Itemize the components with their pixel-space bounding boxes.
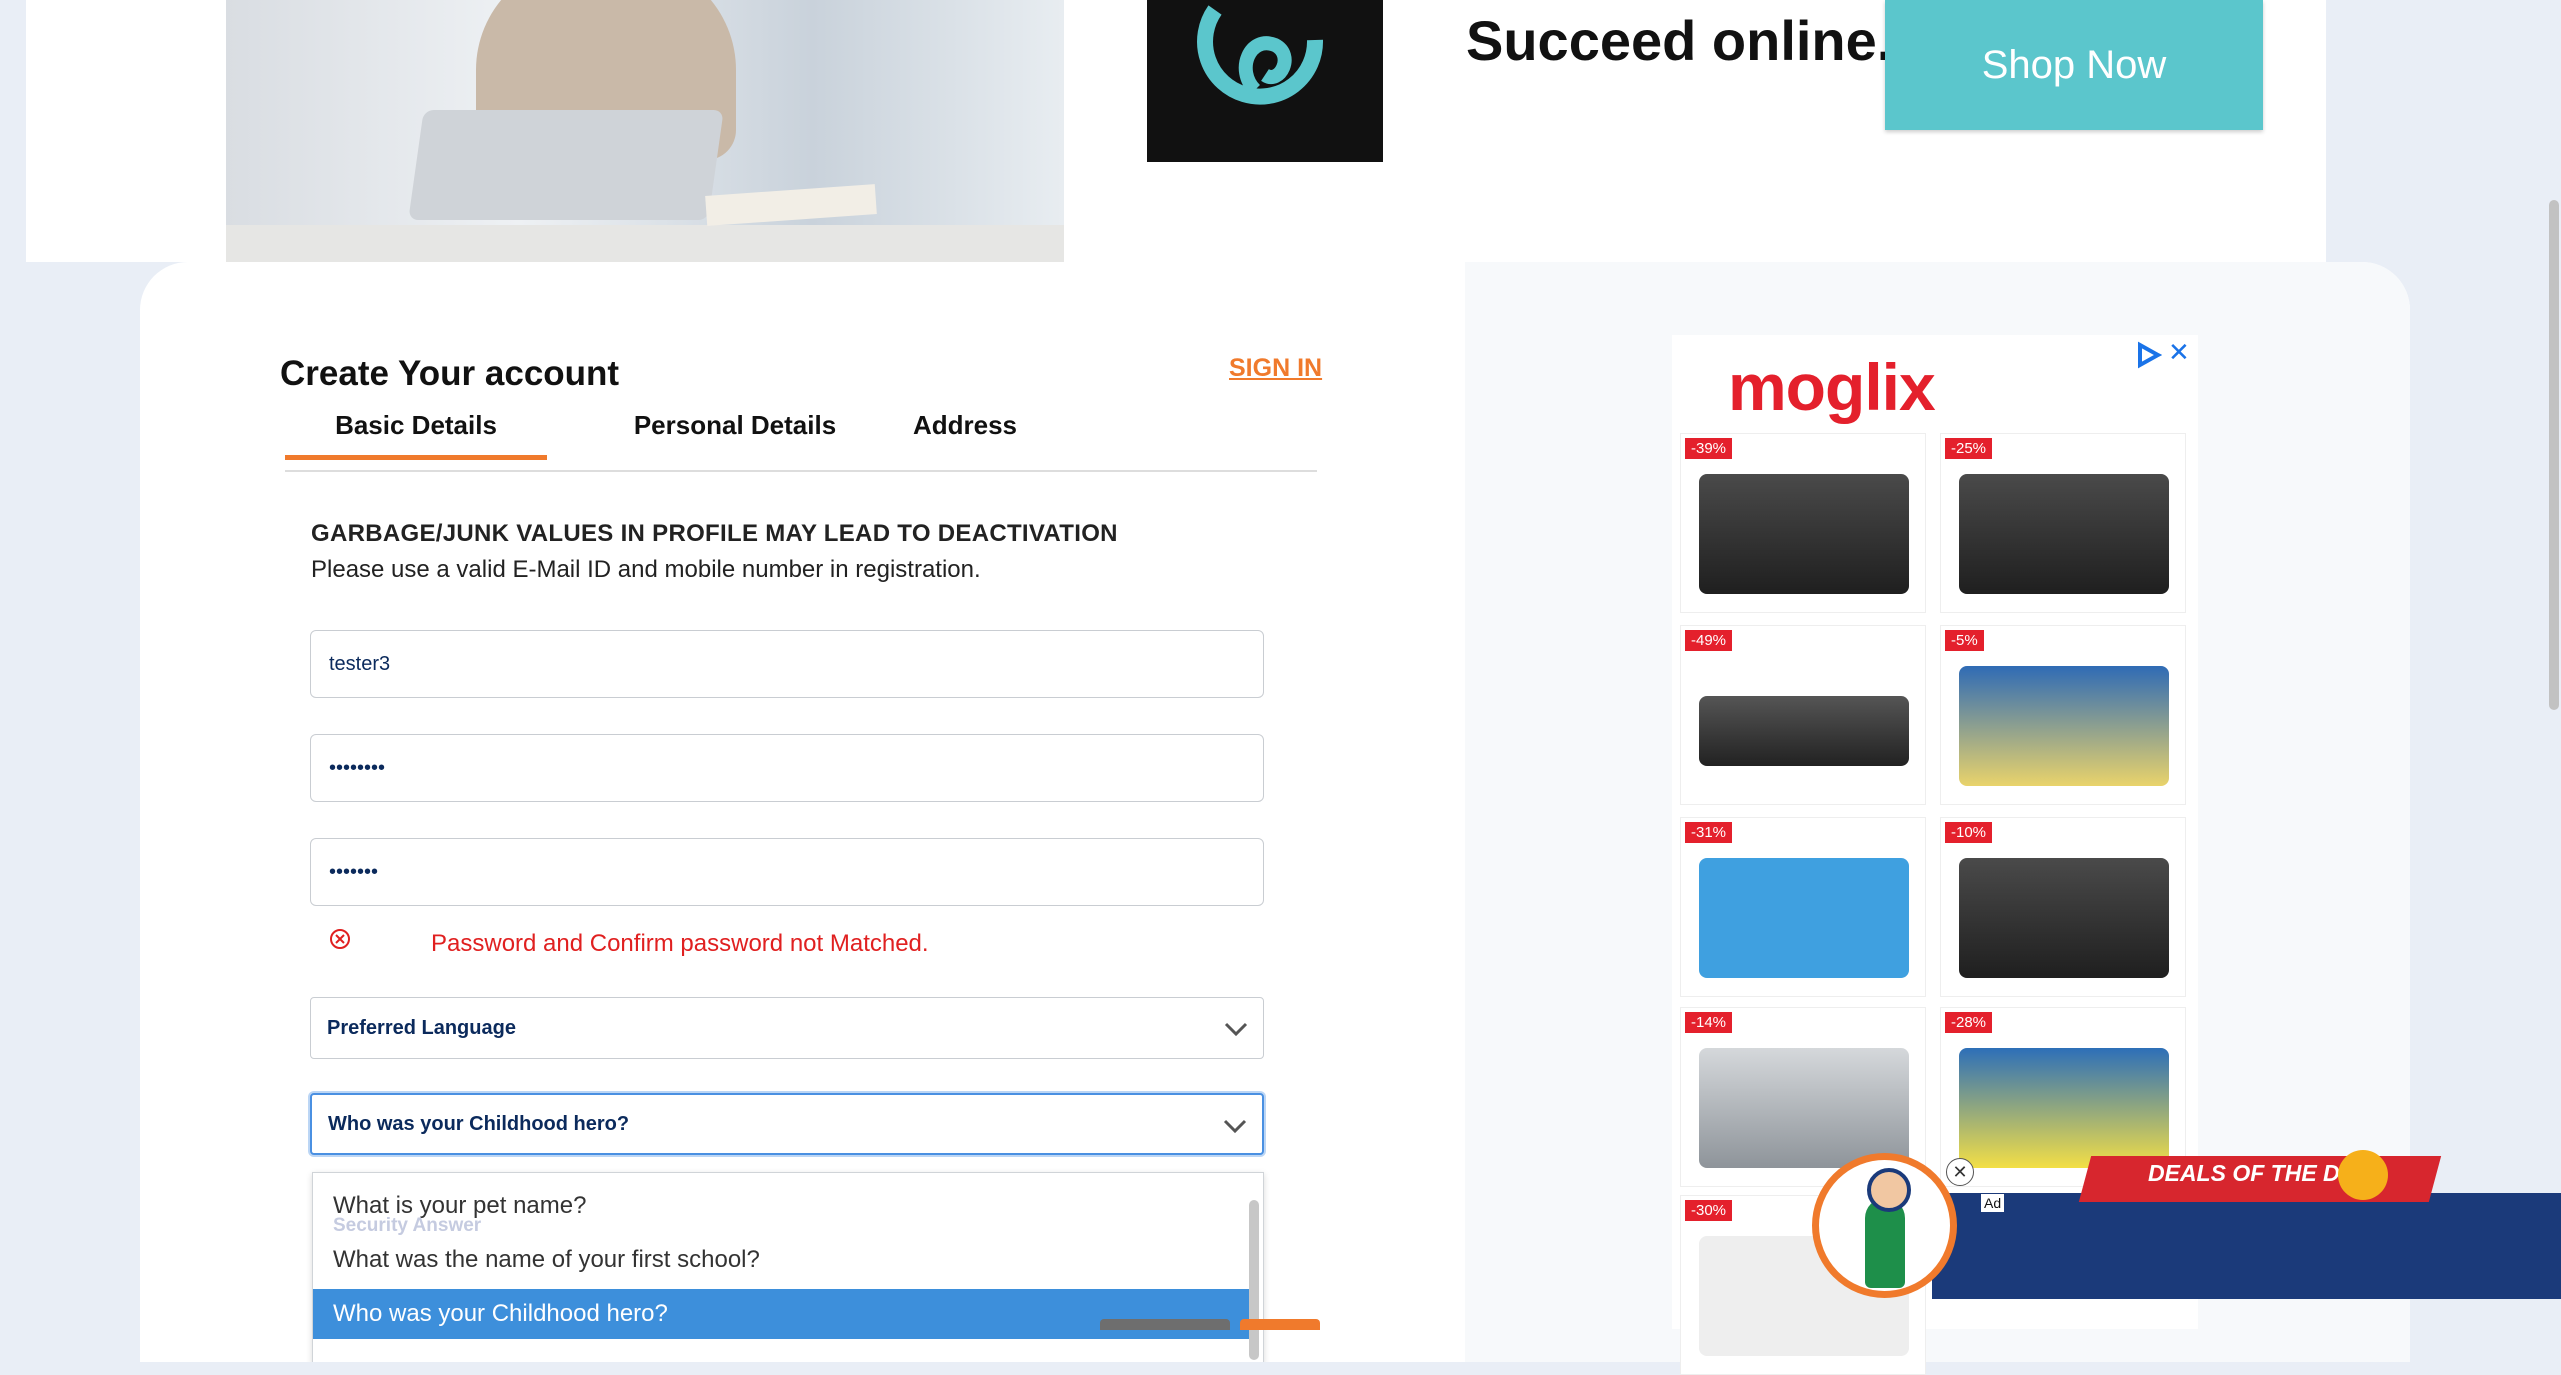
deals-text: DEALS OF THE DAY [2148,1160,2370,1186]
sticky-ad-bar[interactable] [1932,1193,2561,1299]
security-question-value: Who was your Childhood hero? [328,1112,630,1135]
special-offer-badge [2338,1150,2388,1200]
form-tabs: Basic Details Personal Details Address [285,410,1317,472]
discount-badge: -31% [1685,822,1733,843]
error-icon [330,929,350,949]
mascot-image[interactable] [1812,1153,1957,1298]
discount-badge: -25% [1945,438,1993,459]
product-tile[interactable]: -31% [1680,817,1926,997]
discount-badge: -39% [1685,438,1733,459]
tab-address[interactable]: Address [885,410,1045,455]
brand-logo [1147,0,1383,162]
warning-title: GARBAGE/JUNK VALUES IN PROFILE MAY LEAD … [311,520,1118,547]
security-answer-placeholder: Security Answer [333,1215,482,1236]
page-title: Create Your account [280,354,620,393]
moglix-logo: moglix [1728,350,1936,424]
username-field[interactable]: tester3 [310,630,1264,698]
password-mismatch-error: Password and Confirm password not Matche… [431,930,929,957]
dropdown-option[interactable]: What was the name of your first school? [313,1235,1249,1285]
dropdown-option-selected[interactable]: Who was your Childhood hero? [313,1289,1249,1339]
confirm-password-field[interactable]: ••••••• [310,838,1264,906]
discount-badge: -30% [1685,1200,1733,1221]
chevron-down-icon [1223,1119,1247,1134]
discount-badge: -14% [1685,1012,1733,1033]
discount-badge: -28% [1945,1012,1993,1033]
close-icon[interactable]: ✕ [1946,1158,1974,1186]
password-field[interactable]: •••••••• [310,734,1264,802]
language-select-value: Preferred Language [327,1016,516,1039]
chevron-down-icon [1224,1022,1248,1037]
banner-headline: Succeed online. [1466,9,1893,72]
banner-photo [226,0,1064,262]
button-edge[interactable] [1100,1319,1230,1330]
product-tile[interactable]: -25% [1940,433,2186,613]
discount-badge: -49% [1685,630,1733,651]
product-tile[interactable]: -5% [1940,625,2186,805]
product-tile[interactable]: -39% [1680,433,1926,613]
ad-close-icon[interactable]: ✕ [2168,337,2190,368]
product-tile[interactable]: -10% [1940,817,2186,997]
discount-badge: -10% [1945,822,1993,843]
product-tile[interactable]: -49% [1680,625,1926,805]
security-question-dropdown: What is your pet name? Security Answer W… [312,1172,1264,1362]
button-edge[interactable] [1240,1319,1320,1330]
tab-personal-details[interactable]: Personal Details [595,410,875,455]
warning-text: Please use a valid E-Mail ID and mobile … [311,556,981,583]
ad-label: Ad [1981,1194,2005,1212]
security-question-select[interactable]: Who was your Childhood hero? [310,1093,1264,1155]
tab-basic-details[interactable]: Basic Details [285,410,547,460]
page-scrollbar[interactable] [2549,200,2559,710]
sign-in-link[interactable]: SIGN IN [1229,354,1322,383]
shop-now-button[interactable]: Shop Now [1885,0,2263,130]
ad-choices-icon[interactable] [2134,341,2162,369]
dropdown-scrollbar[interactable] [1249,1200,1259,1360]
preferred-language-select[interactable]: Preferred Language [310,997,1264,1059]
discount-badge: -5% [1945,630,1984,651]
